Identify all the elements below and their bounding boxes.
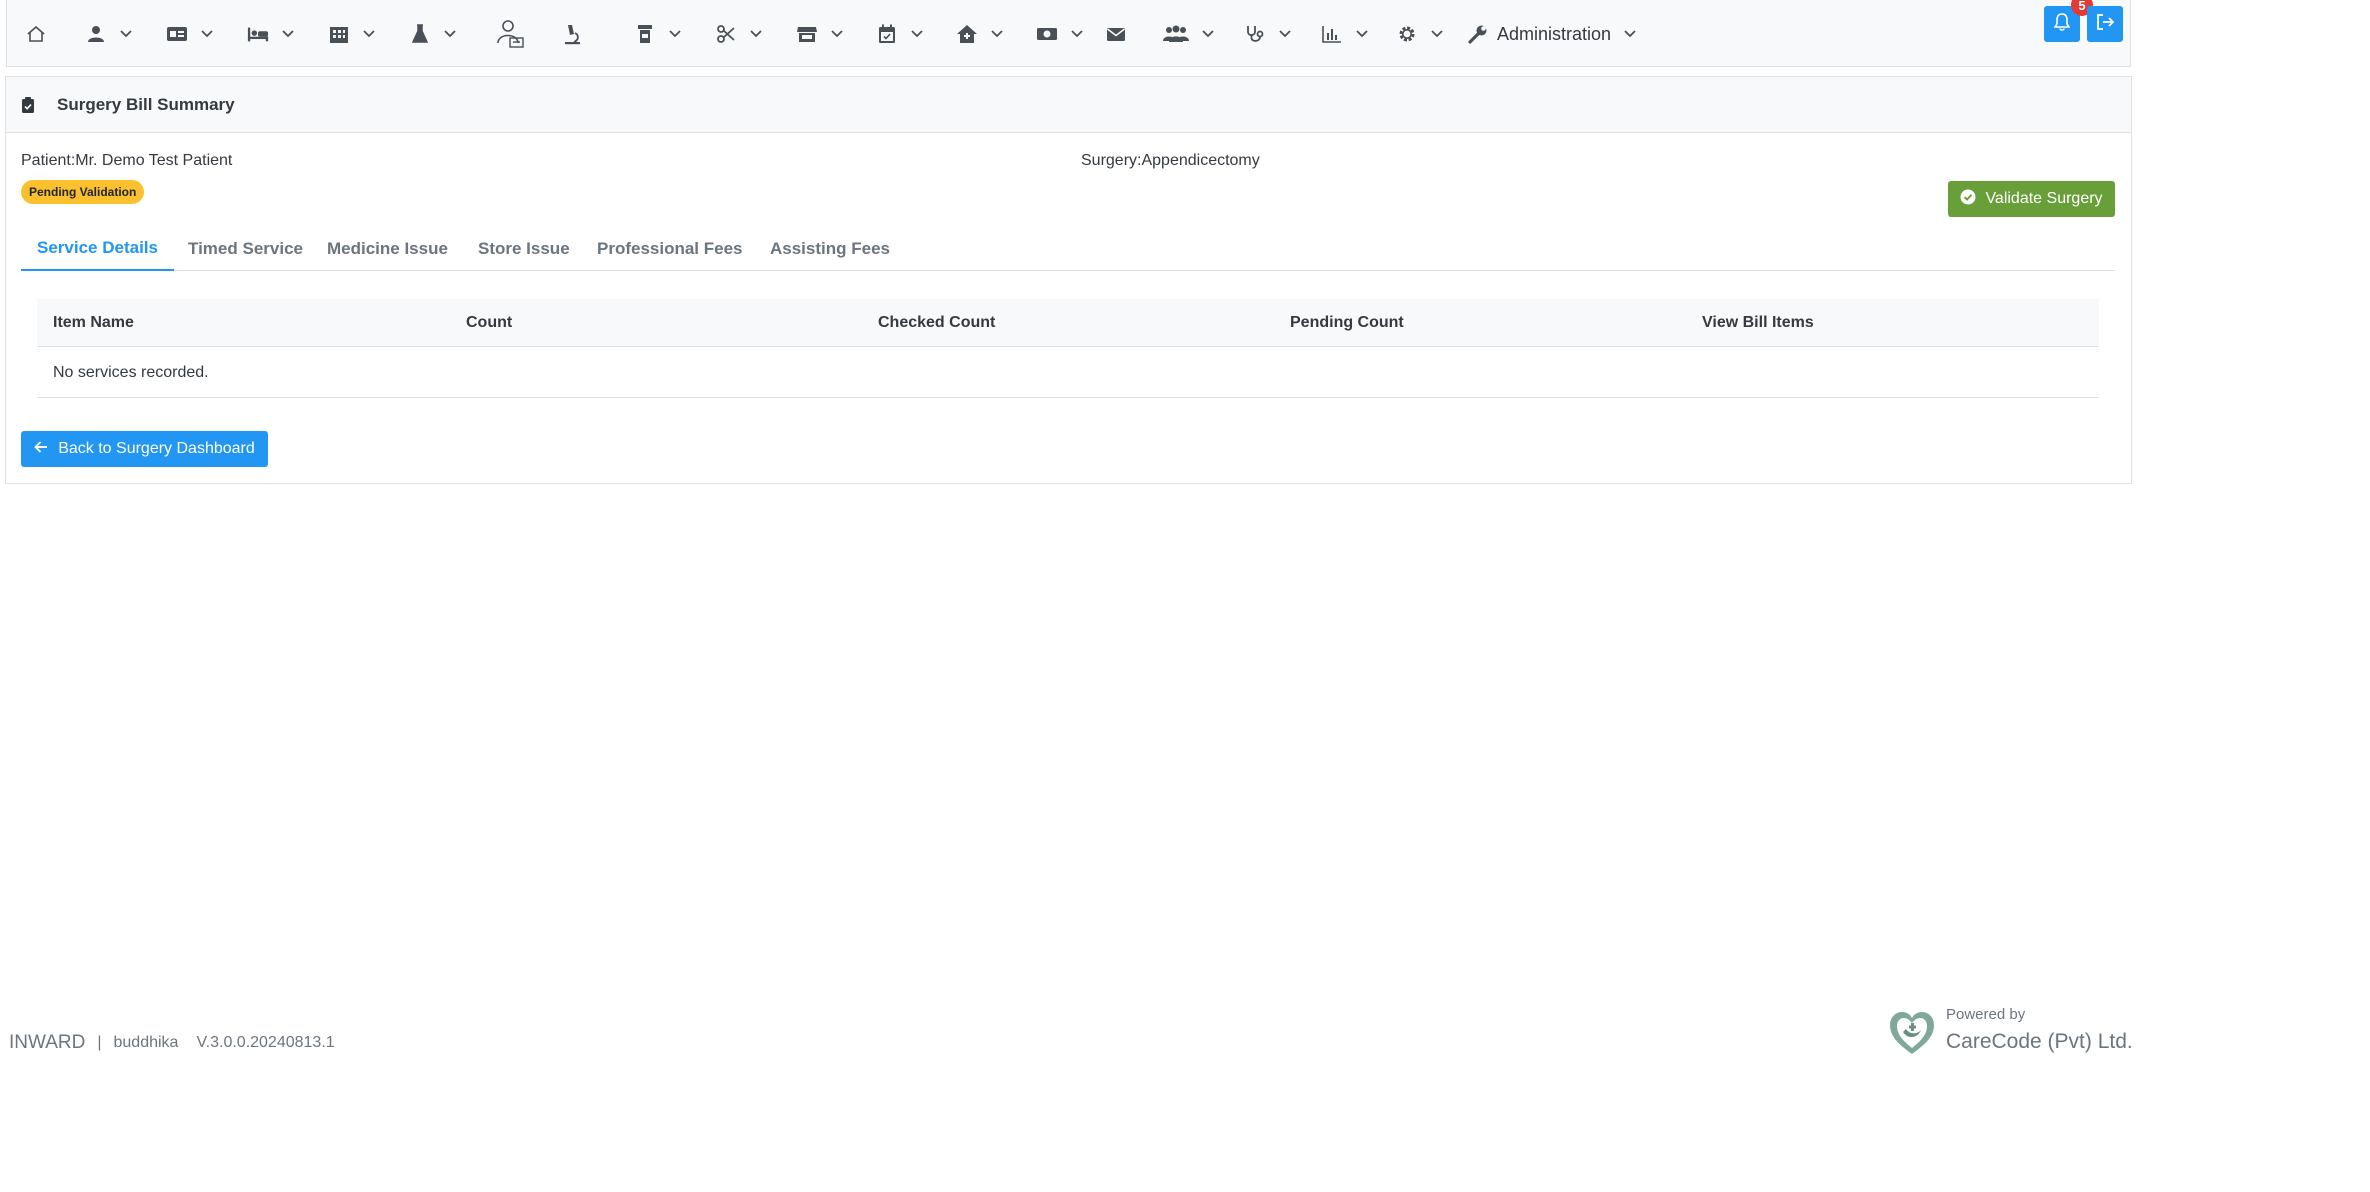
tab-assisting-fees[interactable]: Assisting Fees xyxy=(754,227,906,271)
column-header-pending-count: Pending Count xyxy=(1290,314,1404,331)
chevron-down-icon xyxy=(362,27,376,41)
money-bill-icon xyxy=(1036,23,1058,45)
footer-info: INWARD | buddhika V.3.0.0.20240813.1 xyxy=(9,1032,335,1054)
nav-settings[interactable] xyxy=(1396,16,1444,52)
tab-timed-service[interactable]: Timed Service xyxy=(172,227,319,271)
bed-icon xyxy=(247,23,269,45)
nav-doctor[interactable] xyxy=(495,16,525,52)
nav-lab[interactable] xyxy=(409,16,457,52)
check-circle-icon xyxy=(1960,189,1976,210)
tab-service-details[interactable]: Service Details xyxy=(21,227,174,271)
nav-store[interactable] xyxy=(796,16,844,52)
back-to-surgery-dashboard-button[interactable]: Back to Surgery Dashboard xyxy=(21,431,268,467)
status-badge: Pending Validation xyxy=(21,180,145,204)
column-header-view-bill-items: View Bill Items xyxy=(1702,314,1814,331)
powered-by-label: Powered by xyxy=(1946,1006,2026,1023)
nav-hr[interactable] xyxy=(1163,16,1215,52)
tab-professional-fees[interactable]: Professional Fees xyxy=(581,227,759,271)
gear-icon xyxy=(1396,23,1418,45)
column-header-checked-count: Checked Count xyxy=(878,314,996,331)
logout-button[interactable] xyxy=(2087,6,2123,42)
sign-out-icon xyxy=(2095,13,2115,36)
id-card-icon xyxy=(166,23,188,45)
chevron-down-icon xyxy=(668,27,682,41)
prescription-bottle-icon xyxy=(634,23,656,45)
footer-module-name: INWARD xyxy=(9,1032,86,1053)
tab-store-issue[interactable]: Store Issue xyxy=(462,227,586,271)
nav-hospital[interactable] xyxy=(328,16,376,52)
nav-pharmacy[interactable] xyxy=(634,16,682,52)
chevron-down-icon xyxy=(749,27,763,41)
chevron-down-icon xyxy=(910,27,924,41)
calendar-icon xyxy=(876,23,898,45)
footer-branding: Powered by CareCode (Pvt) Ltd. xyxy=(1888,1004,2133,1064)
chevron-down-icon xyxy=(200,27,214,41)
nav-clinical[interactable] xyxy=(1244,16,1292,52)
chevron-down-icon xyxy=(1623,27,1637,41)
arrow-left-icon xyxy=(34,440,48,459)
wrench-icon xyxy=(1467,23,1489,45)
service-details-table: Item Name Count Checked Count Pending Co… xyxy=(37,299,2099,398)
building-icon xyxy=(328,23,350,45)
bell-icon xyxy=(2053,12,2071,36)
envelope-icon xyxy=(1105,23,1127,45)
table-header-row: Item Name Count Checked Count Pending Co… xyxy=(37,299,2099,347)
administration-label: Administration xyxy=(1497,23,1612,44)
users-icon xyxy=(1163,23,1189,45)
nav-channelling[interactable] xyxy=(166,16,214,52)
stethoscope-icon xyxy=(1244,23,1266,45)
column-header-count: Count xyxy=(466,314,513,331)
footer-version: V.3.0.0.20240813.1 xyxy=(196,1034,335,1051)
flask-icon xyxy=(409,23,431,45)
nav-inward[interactable] xyxy=(247,16,295,52)
user-icon xyxy=(85,23,107,45)
store-icon xyxy=(796,23,818,45)
footer-separator: | xyxy=(97,1034,102,1051)
nav-cashier[interactable] xyxy=(1036,16,1084,52)
chevron-down-icon xyxy=(990,27,1004,41)
validate-surgery-button[interactable]: Validate Surgery xyxy=(1948,181,2115,217)
nav-microscope[interactable] xyxy=(561,16,583,52)
chevron-down-icon xyxy=(1278,27,1292,41)
empty-table-message: No services recorded. xyxy=(53,363,209,381)
microscope-icon xyxy=(561,23,583,45)
nav-messages[interactable] xyxy=(1105,16,1127,52)
chevron-down-icon xyxy=(1355,27,1369,41)
patient-label: Patient:Mr. Demo Test Patient xyxy=(21,152,233,169)
nav-home[interactable] xyxy=(25,16,47,52)
surgery-bill-summary-card: Surgery Bill Summary Patient:Mr. Demo Te… xyxy=(5,76,2132,484)
chevron-down-icon xyxy=(1201,27,1215,41)
clipboard-check-icon xyxy=(21,96,37,114)
nav-reports[interactable] xyxy=(1321,16,1369,52)
table-row: No services recorded. xyxy=(37,347,2099,398)
doctor-icon xyxy=(495,19,525,49)
surgery-label: Surgery:Appendicectomy xyxy=(1081,152,1260,169)
chevron-down-icon xyxy=(830,27,844,41)
back-button-label: Back to Surgery Dashboard xyxy=(58,440,255,457)
chevron-down-icon xyxy=(1430,27,1444,41)
company-name: CareCode (Pvt) Ltd. xyxy=(1946,1030,2133,1053)
house-medical-icon xyxy=(956,23,978,45)
validate-surgery-label: Validate Surgery xyxy=(1985,190,2103,207)
nav-administration[interactable]: Administration xyxy=(1467,16,1637,52)
nav-house[interactable] xyxy=(956,16,1004,52)
chart-bar-icon xyxy=(1321,23,1343,45)
scissors-icon xyxy=(715,23,737,45)
carecode-logo-icon xyxy=(1888,1010,1936,1061)
chevron-down-icon xyxy=(443,27,457,41)
chevron-down-icon xyxy=(281,27,295,41)
tab-medicine-issue[interactable]: Medicine Issue xyxy=(311,227,464,271)
page-title: Surgery Bill Summary xyxy=(57,94,235,114)
top-navbar: Administration 5 xyxy=(6,0,2131,67)
card-header: Surgery Bill Summary xyxy=(6,77,2131,133)
nav-appointments[interactable] xyxy=(876,16,924,52)
footer-username: buddhika xyxy=(113,1034,179,1051)
chevron-down-icon xyxy=(119,27,133,41)
home-icon xyxy=(25,23,47,45)
tab-bar: Service Details Timed Service Medicine I… xyxy=(21,227,2115,271)
nav-opd[interactable] xyxy=(85,16,133,52)
chevron-down-icon xyxy=(1070,27,1084,41)
column-header-item-name: Item Name xyxy=(53,314,134,331)
nav-theatre[interactable] xyxy=(715,16,763,52)
